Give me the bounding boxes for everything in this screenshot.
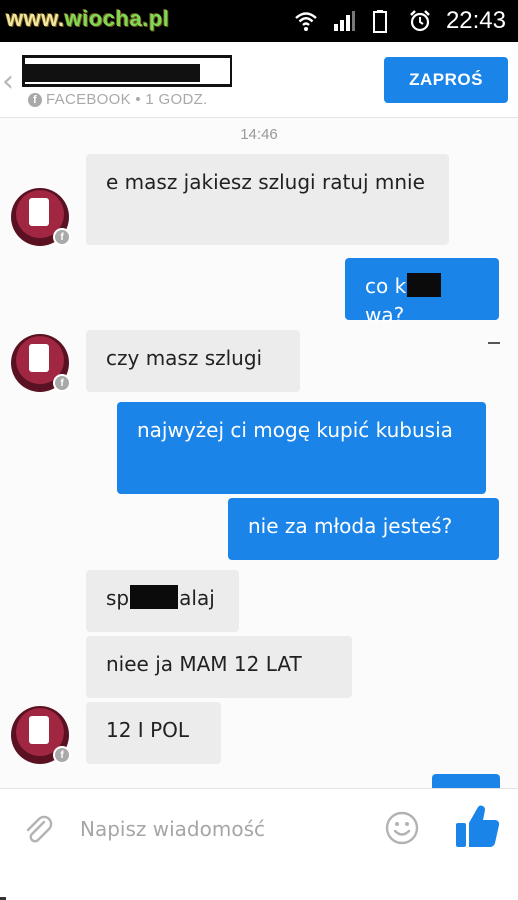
status-time: 22:43 xyxy=(445,7,506,34)
divider xyxy=(488,342,500,344)
message-text: niee ja MAM 12 LAT xyxy=(106,652,302,676)
facebook-icon: f xyxy=(28,92,42,107)
facebook-badge-icon: f xyxy=(53,374,71,392)
status-icons: 22:43 xyxy=(294,6,506,36)
watermark-prefix: www. xyxy=(6,6,65,31)
signal-icon xyxy=(333,11,355,31)
message-text: najwyżej ci mogę kupić kubusia xyxy=(137,418,453,442)
message-bubble-incoming[interactable]: sp alaj xyxy=(86,570,239,632)
message-bubble-outgoing[interactable]: nie za młoda jesteś? xyxy=(228,498,499,560)
avatar[interactable]: f xyxy=(11,706,71,764)
message-text: nie za młoda jesteś? xyxy=(248,514,453,538)
chevron-left-icon[interactable]: ‹ xyxy=(2,64,14,99)
facebook-badge-icon: f xyxy=(53,746,71,764)
message-bubble-outgoing[interactable]: co k wa? xyxy=(345,258,499,327)
message-composer xyxy=(0,788,518,868)
message-text: wa? xyxy=(365,303,405,327)
battery-icon xyxy=(372,10,387,33)
message-bubble-outgoing[interactable]: najwyżej ci mogę kupić kubusia xyxy=(117,402,486,494)
message-text: alaj xyxy=(179,586,215,610)
avatar[interactable]: f xyxy=(11,334,71,392)
censor-block xyxy=(407,273,442,297)
message-text: czy masz szlugi xyxy=(106,346,263,370)
facebook-badge-icon: f xyxy=(53,228,71,246)
invite-button[interactable]: ZAPROŚ xyxy=(384,57,508,103)
redacted-contact-name xyxy=(22,55,232,87)
message-bubble-incoming[interactable]: niee ja MAM 12 LAT xyxy=(86,636,352,698)
chat-timestamp: 14:46 xyxy=(240,126,278,143)
paperclip-icon[interactable] xyxy=(22,813,56,847)
message-bubble-incoming[interactable]: czy masz szlugi xyxy=(86,330,300,392)
chat-area[interactable]: 14:46 f e masz jakiesz szlugi ratuj mnie… xyxy=(0,118,518,788)
watermark-site: wiocha.pl xyxy=(64,6,170,31)
message-bubble-incoming[interactable]: 12 I POL xyxy=(86,702,221,764)
smiley-icon[interactable] xyxy=(384,810,420,846)
censor-block xyxy=(130,585,179,609)
message-text: e masz jakiesz szlugi ratuj mnie xyxy=(106,170,425,194)
wifi-icon xyxy=(295,12,317,31)
bottom-area xyxy=(0,868,518,900)
alarm-icon xyxy=(410,10,430,32)
message-bubble-outgoing-partial[interactable] xyxy=(432,774,500,788)
subtitle-text: FACEBOOK • 1 GODZ. xyxy=(46,91,208,108)
conversation-header: ‹ f FACEBOOK • 1 GODZ. ZAPROŚ xyxy=(0,42,518,118)
message-bubble-incoming[interactable]: e masz jakiesz szlugi ratuj mnie xyxy=(86,154,449,245)
message-input[interactable] xyxy=(80,809,350,849)
thumbs-up-icon[interactable] xyxy=(452,801,502,851)
message-text: 12 I POL xyxy=(106,718,190,742)
avatar[interactable]: f xyxy=(11,188,71,246)
message-text: sp xyxy=(106,586,130,610)
watermark: www.wiocha.pl xyxy=(6,6,169,32)
status-bar: www.wiocha.pl 22:43 xyxy=(0,0,518,42)
conversation-subtitle: f FACEBOOK • 1 GODZ. xyxy=(28,91,208,108)
message-text: co k xyxy=(365,274,407,298)
